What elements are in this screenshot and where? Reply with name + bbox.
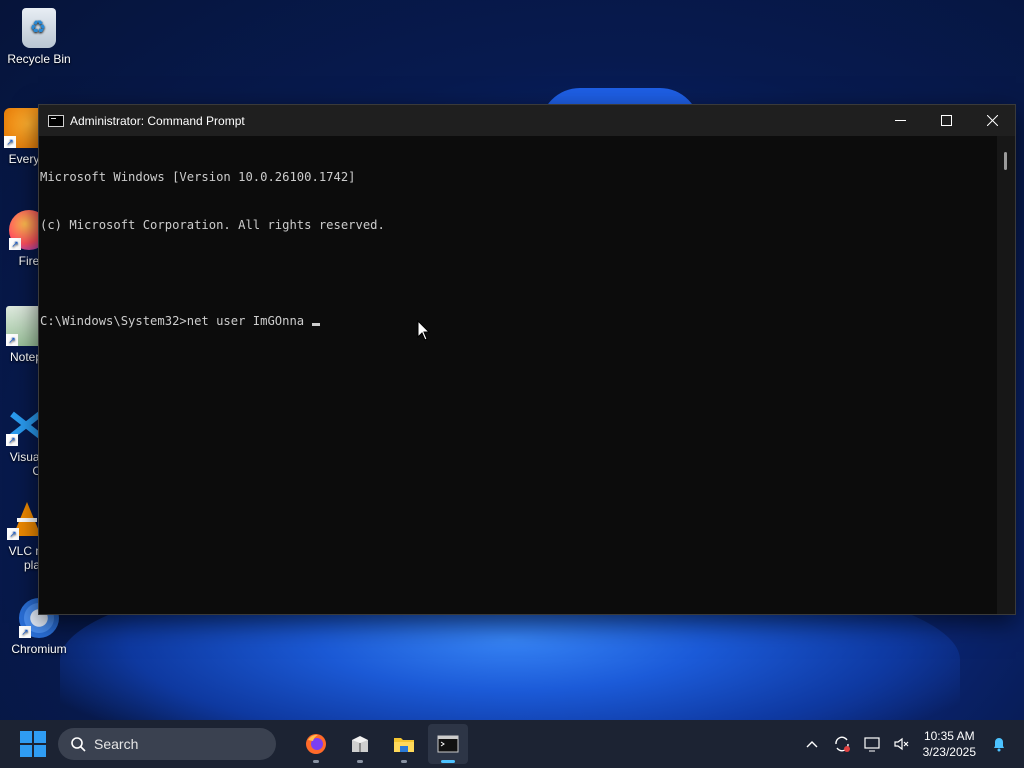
terminal-icon bbox=[437, 735, 459, 753]
taskbar-package[interactable] bbox=[340, 724, 380, 764]
chevron-up-icon bbox=[806, 741, 818, 748]
desktop-icon-label: Recycle Bin bbox=[7, 52, 71, 66]
bell-icon bbox=[994, 738, 1004, 752]
firefox-icon bbox=[306, 734, 326, 754]
close-icon bbox=[986, 115, 998, 126]
shortcut-arrow-icon: ↗ bbox=[6, 334, 18, 346]
mouse-pointer-icon bbox=[417, 320, 431, 341]
taskbar-firefox[interactable] bbox=[296, 724, 336, 764]
clock-time: 10:35 AM bbox=[923, 729, 975, 743]
taskbar-terminal[interactable] bbox=[428, 724, 468, 764]
text-cursor bbox=[311, 323, 320, 326]
desktop-icon-recycle-bin[interactable]: Recycle Bin bbox=[1, 8, 77, 66]
desktop-icon-label: Chromium bbox=[11, 642, 67, 656]
volume-tray-button[interactable] bbox=[887, 729, 917, 759]
system-tray: 10:35 AM 3/23/2025 bbox=[797, 720, 1024, 768]
console-prompt-line[interactable]: C:\Windows\System32>net user ImGOnna bbox=[40, 313, 997, 329]
start-button[interactable] bbox=[20, 731, 46, 757]
command-prompt-window[interactable]: Administrator: Command Prompt Microsoft … bbox=[38, 104, 1016, 615]
search-icon bbox=[71, 737, 86, 752]
shortcut-arrow-icon: ↗ bbox=[6, 434, 18, 446]
sync-icon bbox=[834, 736, 850, 752]
cmd-icon bbox=[48, 114, 64, 127]
network-icon bbox=[864, 737, 880, 752]
windows-logo-pane bbox=[20, 745, 32, 757]
vertical-scrollbar[interactable] bbox=[997, 136, 1015, 614]
windows-logo-pane bbox=[34, 745, 46, 757]
shortcut-arrow-icon: ↗ bbox=[19, 626, 31, 638]
file-explorer-icon bbox=[394, 738, 414, 752]
recycle-bin-icon bbox=[22, 8, 56, 48]
console-line: Microsoft Windows [Version 10.0.26100.17… bbox=[40, 170, 356, 184]
volume-muted-icon bbox=[894, 737, 909, 751]
taskbar: Search 10:35 AM 3/23/2025 bbox=[0, 720, 1024, 768]
network-tray-button[interactable] bbox=[857, 729, 887, 759]
shortcut-arrow-icon: ↗ bbox=[9, 238, 21, 250]
search-placeholder: Search bbox=[94, 736, 139, 752]
taskbar-file-explorer[interactable] bbox=[384, 724, 424, 764]
running-indicator bbox=[441, 760, 455, 763]
scrollbar-thumb[interactable] bbox=[1004, 152, 1007, 170]
shortcut-arrow-icon: ↗ bbox=[4, 136, 16, 148]
minimize-button[interactable] bbox=[877, 105, 923, 136]
package-icon bbox=[352, 736, 368, 752]
running-indicator bbox=[313, 760, 319, 763]
window-title: Administrator: Command Prompt bbox=[70, 113, 245, 128]
console-line: (c) Microsoft Corporation. All rights re… bbox=[40, 218, 385, 232]
console-prompt-text: C:\Windows\System32>net user ImGOnna bbox=[40, 314, 312, 328]
title-bar[interactable]: Administrator: Command Prompt bbox=[39, 105, 1015, 136]
clock[interactable]: 10:35 AM 3/23/2025 bbox=[923, 728, 976, 760]
console-output[interactable]: Microsoft Windows [Version 10.0.26100.17… bbox=[39, 136, 997, 614]
notifications-button[interactable] bbox=[984, 729, 1014, 759]
running-indicator bbox=[357, 760, 363, 763]
windows-logo-icon bbox=[20, 731, 32, 743]
running-indicator bbox=[401, 760, 407, 763]
clock-date: 3/23/2025 bbox=[922, 745, 976, 759]
maximize-icon bbox=[940, 115, 952, 126]
close-button[interactable] bbox=[969, 105, 1015, 136]
shortcut-arrow-icon: ↗ bbox=[7, 528, 19, 540]
windows-logo-pane bbox=[34, 731, 46, 743]
maximize-button[interactable] bbox=[923, 105, 969, 136]
update-tray-button[interactable] bbox=[827, 729, 857, 759]
minimize-icon bbox=[894, 120, 906, 121]
show-hidden-icons-button[interactable] bbox=[797, 729, 827, 759]
taskbar-search-box[interactable]: Search bbox=[58, 728, 276, 760]
